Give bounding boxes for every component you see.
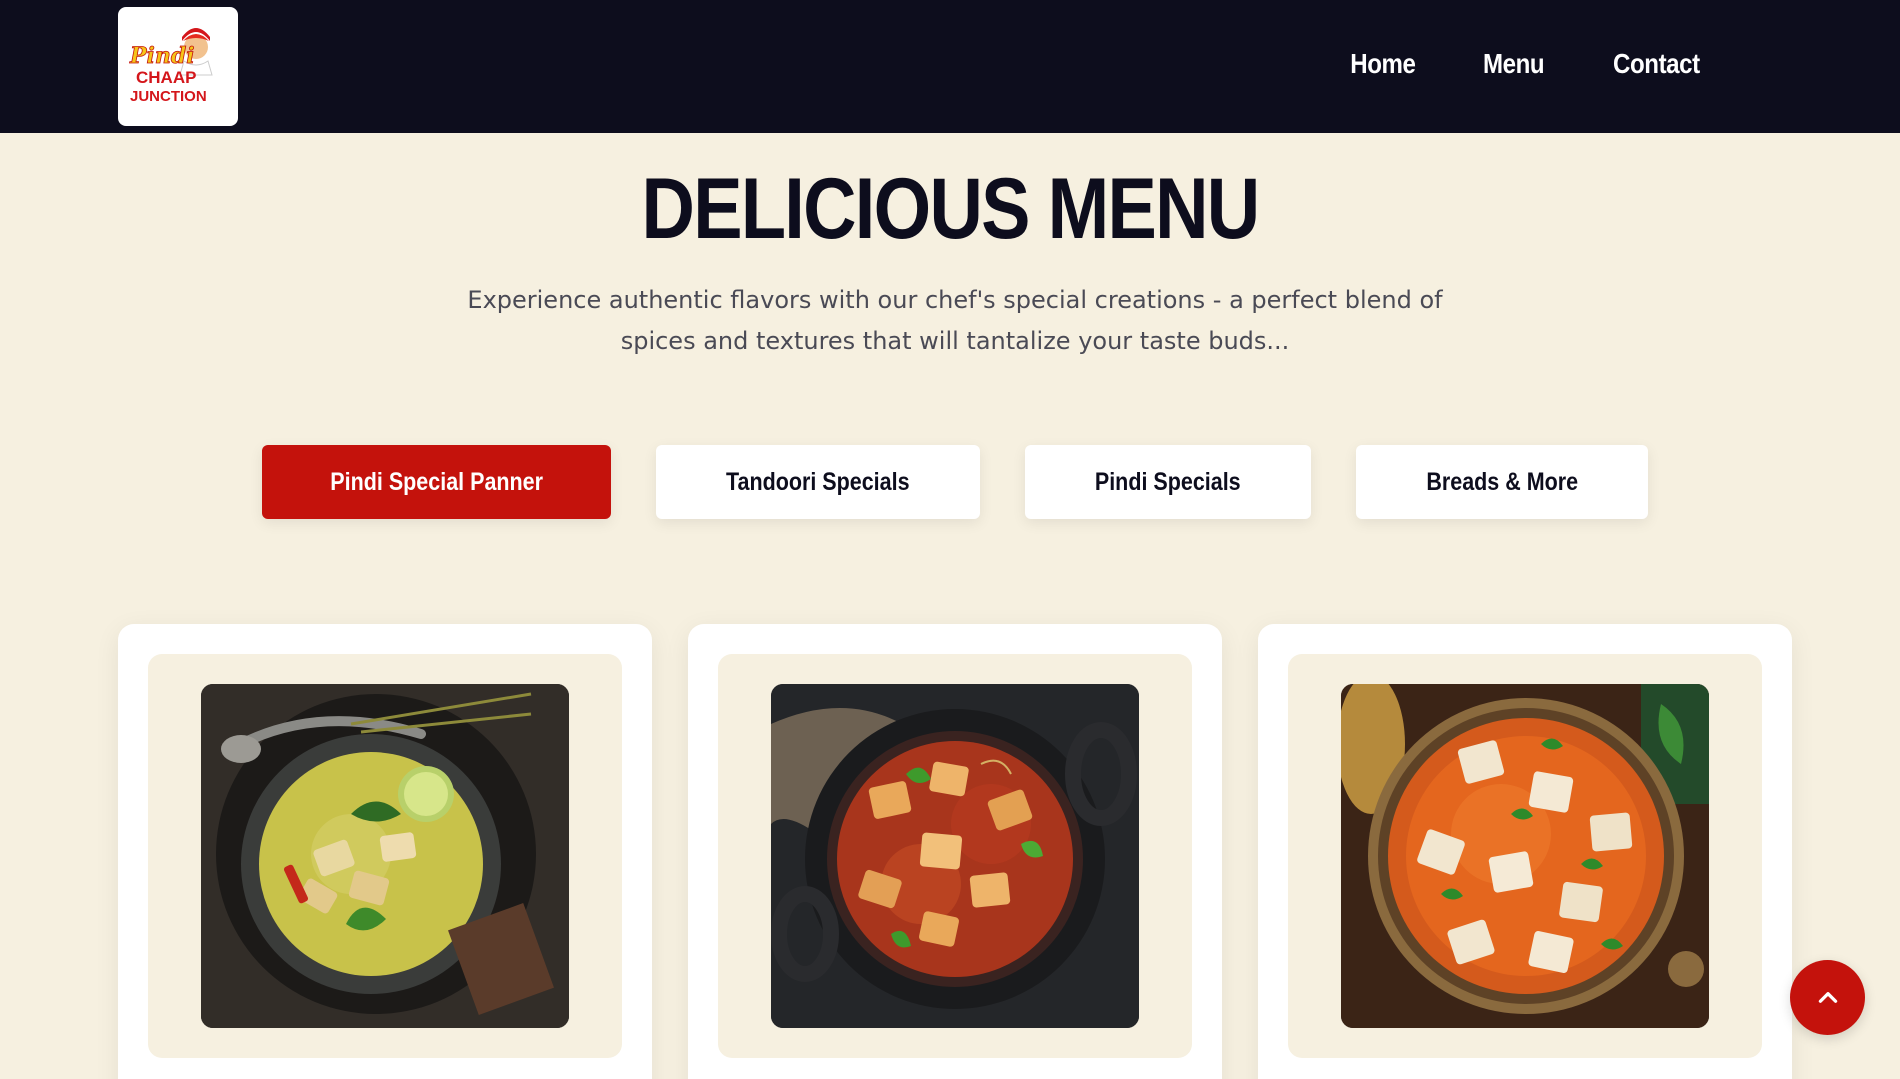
nav-home-link[interactable]: Home [1351, 48, 1417, 80]
menu-card[interactable] [688, 624, 1222, 1079]
tab-label: Breads & More [1426, 467, 1578, 496]
tab-label: Pindi Specials [1095, 467, 1241, 496]
chevron-up-icon [1818, 991, 1837, 1003]
brand-logo[interactable]: Pindi CHAAP JUNCTION [118, 7, 238, 126]
svg-text:Pindi: Pindi [129, 43, 195, 69]
back-to-top-button[interactable] [1790, 960, 1865, 1035]
page: Pindi CHAAP JUNCTION Home Menu Contact O… [0, 0, 1900, 1079]
page-title: DELICIOUS MENU [641, 161, 1261, 257]
menu-card[interactable] [118, 624, 652, 1079]
menu-card-image-frame [148, 654, 622, 1058]
menu-card[interactable] [1258, 624, 1792, 1079]
tab-pindi-special-panner[interactable]: Pindi Special Panner [262, 445, 611, 519]
tab-label: Tandoori Specials [726, 467, 910, 496]
menu-category-tabs: Pindi Special Panner Tandoori Specials P… [0, 445, 1900, 519]
subtitle-line-2: spices and textures that will tantalize … [620, 327, 1290, 355]
nav-menu-link[interactable]: Menu [1483, 48, 1545, 80]
dish-image-paneer-butter-masala [1341, 684, 1709, 1028]
menu-card-image-frame [1288, 654, 1762, 1058]
tab-label: Pindi Special Panner [330, 467, 543, 496]
tab-tandoori-specials[interactable]: Tandoori Specials [656, 445, 980, 519]
main-nav: Home Menu Contact [1345, 48, 1707, 80]
subtitle-line-1: Experience authentic flavors with our ch… [467, 286, 1443, 314]
svg-text:JUNCTION: JUNCTION [130, 88, 207, 105]
tab-breads-more[interactable]: Breads & More [1356, 445, 1648, 519]
menu-card-image-frame [718, 654, 1192, 1058]
section-subtitle: Experience authentic flavors with our ch… [450, 280, 1460, 362]
brand-logo-icon: Pindi CHAAP JUNCTION [129, 27, 213, 105]
site-header: Pindi CHAAP JUNCTION Home Menu Contact [0, 0, 1900, 133]
dish-image-kadai-paneer [771, 684, 1139, 1028]
nav-contact-link[interactable]: Contact [1613, 48, 1700, 80]
dish-image-green-paneer-curry [201, 684, 569, 1028]
svg-text:CHAAP: CHAAP [136, 68, 196, 87]
tab-pindi-specials[interactable]: Pindi Specials [1025, 445, 1311, 519]
